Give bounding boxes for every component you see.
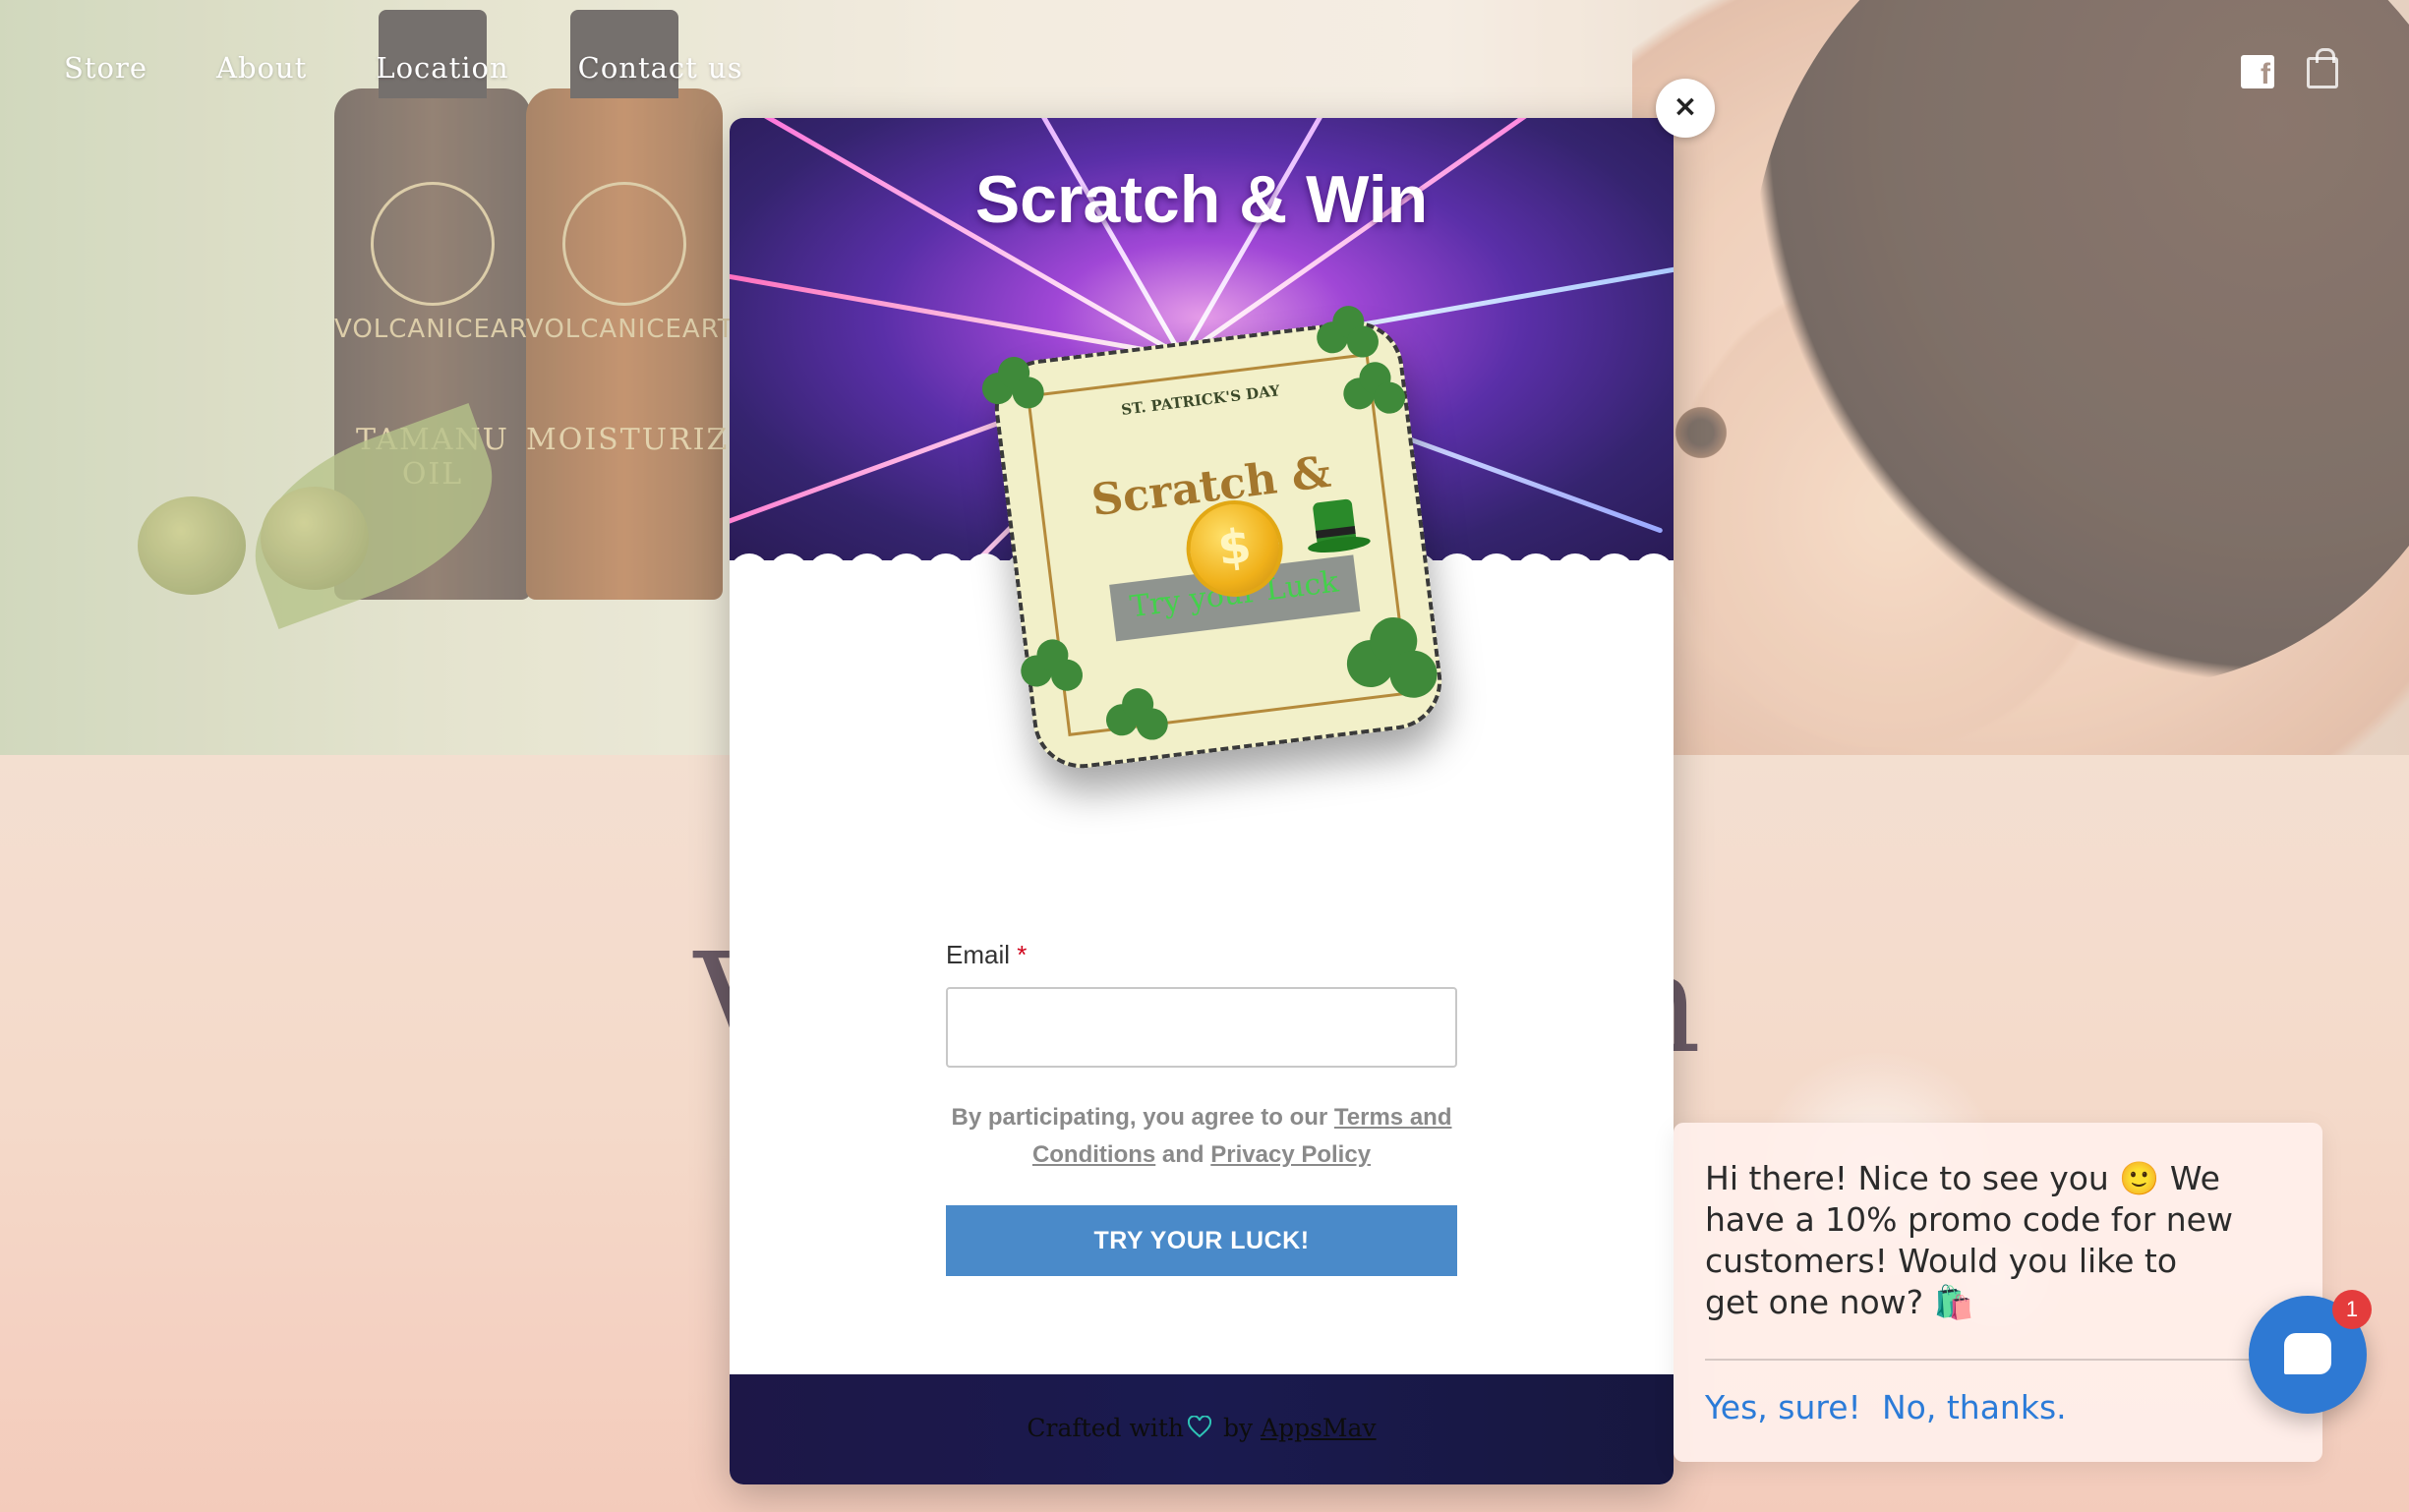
privacy-link[interactable]: Privacy Policy xyxy=(1210,1141,1371,1168)
chat-message: Hi there! Nice to see you 🙂 We have a 10… xyxy=(1705,1159,2233,1321)
try-your-luck-button[interactable]: TRY YOUR LUCK! xyxy=(946,1205,1457,1276)
footer-credit: Crafted with by AppsMav xyxy=(1027,1414,1377,1442)
chat-icon xyxy=(2284,1333,2331,1374)
legal-text: By participating, you agree to our Terms… xyxy=(951,1104,1452,1168)
scratch-card[interactable]: ST. PATRICK'S DAY Scratch & Try your Luc… xyxy=(980,304,1447,774)
email-label: Email * xyxy=(946,940,1028,969)
chat-no-button[interactable]: No, thanks. xyxy=(1882,1388,2067,1426)
clover-icon xyxy=(1314,303,1381,369)
clover-icon xyxy=(1342,612,1440,711)
chat-yes-button[interactable]: Yes, sure! xyxy=(1705,1388,1861,1426)
clover-icon xyxy=(1018,636,1085,702)
chat-bubble: Hi there! Nice to see you 🙂 We have a 10… xyxy=(1674,1123,2322,1462)
chat-unread-badge: 1 xyxy=(2332,1290,2372,1329)
popup-footer: Crafted with by AppsMav xyxy=(730,1374,1674,1484)
appsmav-link[interactable]: AppsMav xyxy=(1261,1414,1377,1442)
close-popup-button[interactable]: × xyxy=(1656,79,1715,138)
clover-icon xyxy=(978,354,1046,420)
leprechaun-hat-icon xyxy=(1303,497,1372,558)
heart-icon xyxy=(1188,1416,1211,1438)
popup-title: Scratch & Win xyxy=(974,162,1429,237)
scratch-win-popup: Scratch & Win Crafted with by AppsMav xyxy=(730,118,1674,1484)
email-input[interactable] xyxy=(946,987,1457,1068)
clover-icon xyxy=(1102,685,1170,751)
